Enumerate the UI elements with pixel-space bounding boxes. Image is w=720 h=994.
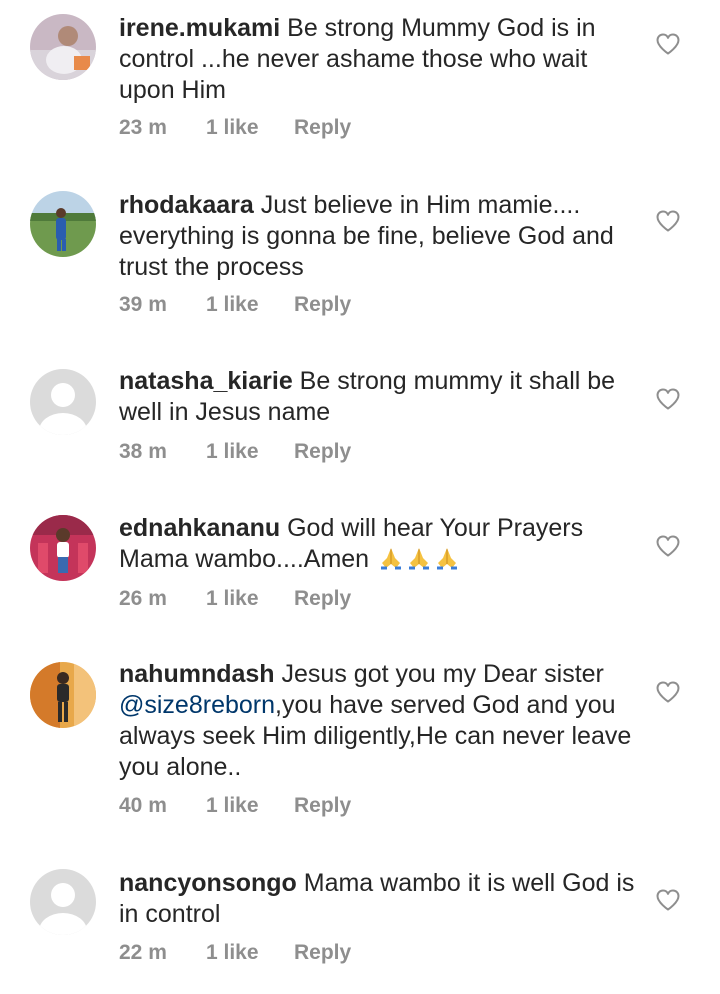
heart-outline-icon[interactable] [655,534,681,558]
comment-body: Jesus got you my Dear sister [281,660,604,688]
comment-username[interactable]: ednahkananu [119,514,280,542]
comment-likes[interactable]: 1 like [206,115,294,141]
comment-time: 40 m [119,794,167,817]
comment-text: irene.mukami Be strong Mummy God is in c… [119,13,639,106]
comment-likes[interactable]: 1 like [206,292,294,318]
comment-meta: 26 m 1 like Reply [119,586,351,612]
comment-text: nahumndash Jesus got you my Dear sister … [119,659,639,783]
comment-meta: 39 m 1 like Reply [119,292,351,318]
avatar[interactable] [30,369,96,435]
heart-outline-icon[interactable] [655,387,681,411]
heart-outline-icon[interactable] [655,680,681,704]
comment-time: 22 m [119,941,167,964]
reply-button[interactable]: Reply [294,793,351,819]
avatar[interactable] [30,515,96,581]
comment-likes[interactable]: 1 like [206,940,294,966]
comment-text: rhodakaara Just believe in Him mamie....… [119,190,639,283]
comment-time: 23 m [119,116,167,139]
comment-meta: 38 m 1 like Reply [119,439,351,465]
comment-time: 39 m [119,293,167,316]
avatar[interactable] [30,14,96,80]
avatar[interactable] [30,191,96,257]
heart-outline-icon[interactable] [655,32,681,56]
comment-meta: 40 m 1 like Reply [119,793,351,819]
comment-time: 26 m [119,587,167,610]
comment-username[interactable]: irene.mukami [119,14,280,42]
reply-button[interactable]: Reply [294,940,351,966]
mention-link[interactable]: @size8reborn [119,691,275,719]
comment-text: natasha_kiarie Be strong mummy it shall … [119,366,639,428]
comment-text: ednahkananu God will hear Your Prayers M… [119,513,639,575]
comment-likes[interactable]: 1 like [206,586,294,612]
heart-outline-icon[interactable] [655,888,681,912]
reply-button[interactable]: Reply [294,439,351,465]
comment-time: 38 m [119,440,167,463]
praying-hands-emoji [376,545,460,573]
reply-button[interactable]: Reply [294,586,351,612]
default-avatar-icon [30,369,96,435]
avatar[interactable] [30,869,96,935]
comment-username[interactable]: rhodakaara [119,191,254,219]
comment-text: nancyonsongo Mama wambo it is well God i… [119,868,639,930]
comment-likes[interactable]: 1 like [206,439,294,465]
comment-username[interactable]: nancyonsongo [119,869,297,897]
reply-button[interactable]: Reply [294,292,351,318]
praying-hands-icon [381,548,402,570]
comment-likes[interactable]: 1 like [206,793,294,819]
comment-username[interactable]: natasha_kiarie [119,367,293,395]
praying-hands-icon [409,548,430,570]
praying-hands-icon [437,548,458,570]
avatar[interactable] [30,662,96,728]
comment-meta: 22 m 1 like Reply [119,940,351,966]
comment-meta: 23 m 1 like Reply [119,115,351,141]
heart-outline-icon[interactable] [655,209,681,233]
default-avatar-icon [30,869,96,935]
comment-username[interactable]: nahumndash [119,660,275,688]
reply-button[interactable]: Reply [294,115,351,141]
